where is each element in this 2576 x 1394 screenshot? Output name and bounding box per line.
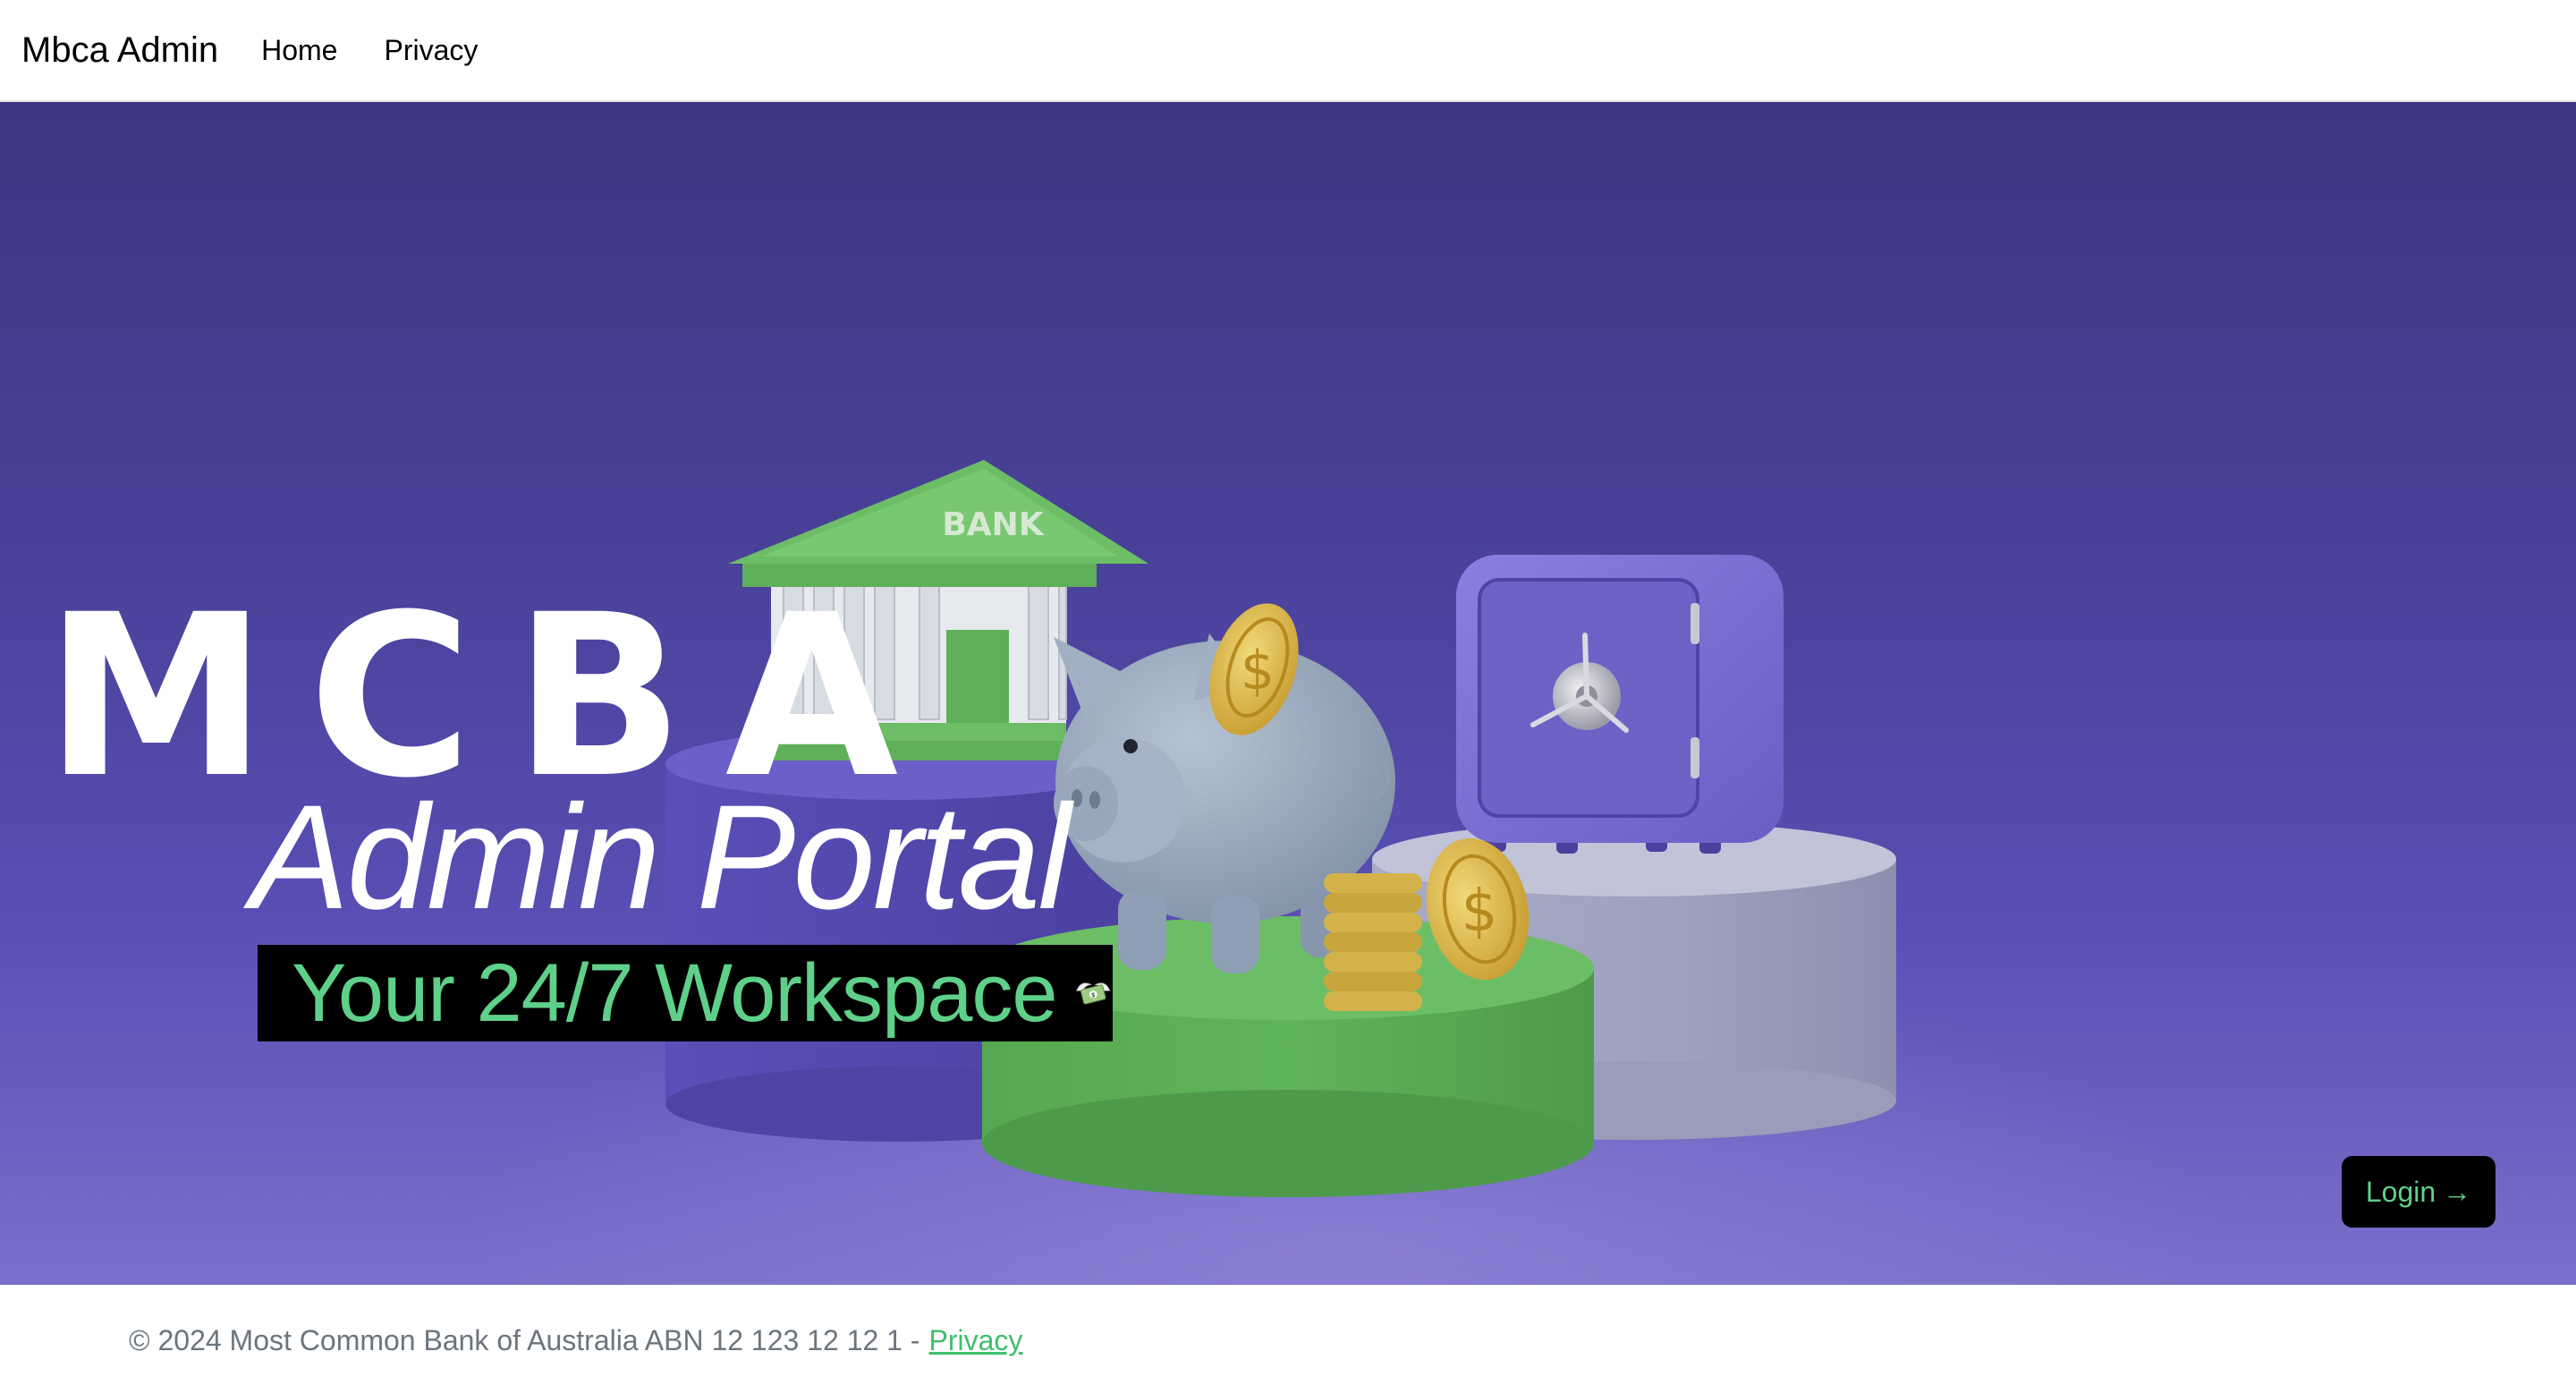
- arrow-right-icon: →: [2443, 1175, 2472, 1208]
- brand-link[interactable]: Mbca Admin: [21, 30, 218, 71]
- footer-copyright: © 2024 Most Common Bank of Australia ABN…: [129, 1324, 920, 1356]
- bank-sign: BANK: [942, 506, 1044, 543]
- login-button[interactable]: Login →: [2342, 1156, 2496, 1228]
- login-label: Login: [2365, 1175, 2436, 1208]
- svg-text:$: $: [1090, 991, 1095, 999]
- footer: © 2024 Most Common Bank of Australia ABN…: [0, 1285, 2576, 1394]
- money-with-wings-icon: $: [1075, 982, 1110, 1005]
- safe: [1456, 555, 1784, 854]
- svg-text:$: $: [1241, 640, 1275, 702]
- nav-link-privacy[interactable]: Privacy: [384, 34, 478, 67]
- nav-link-home[interactable]: Home: [261, 34, 337, 67]
- svg-text:$: $: [1462, 879, 1498, 945]
- hero-banner: BANK $ $ MCBA Admin Portal Your 24/7 Wor…: [0, 102, 2576, 1285]
- navbar: Mbca Admin Home Privacy: [0, 0, 2576, 102]
- page-title: Admin Portal: [250, 775, 1071, 940]
- footer-privacy-link[interactable]: Privacy: [929, 1324, 1023, 1357]
- tagline-banner: Your 24/7 Workspace $: [258, 945, 1113, 1041]
- tagline-text: Your 24/7 Workspace: [292, 947, 1058, 1039]
